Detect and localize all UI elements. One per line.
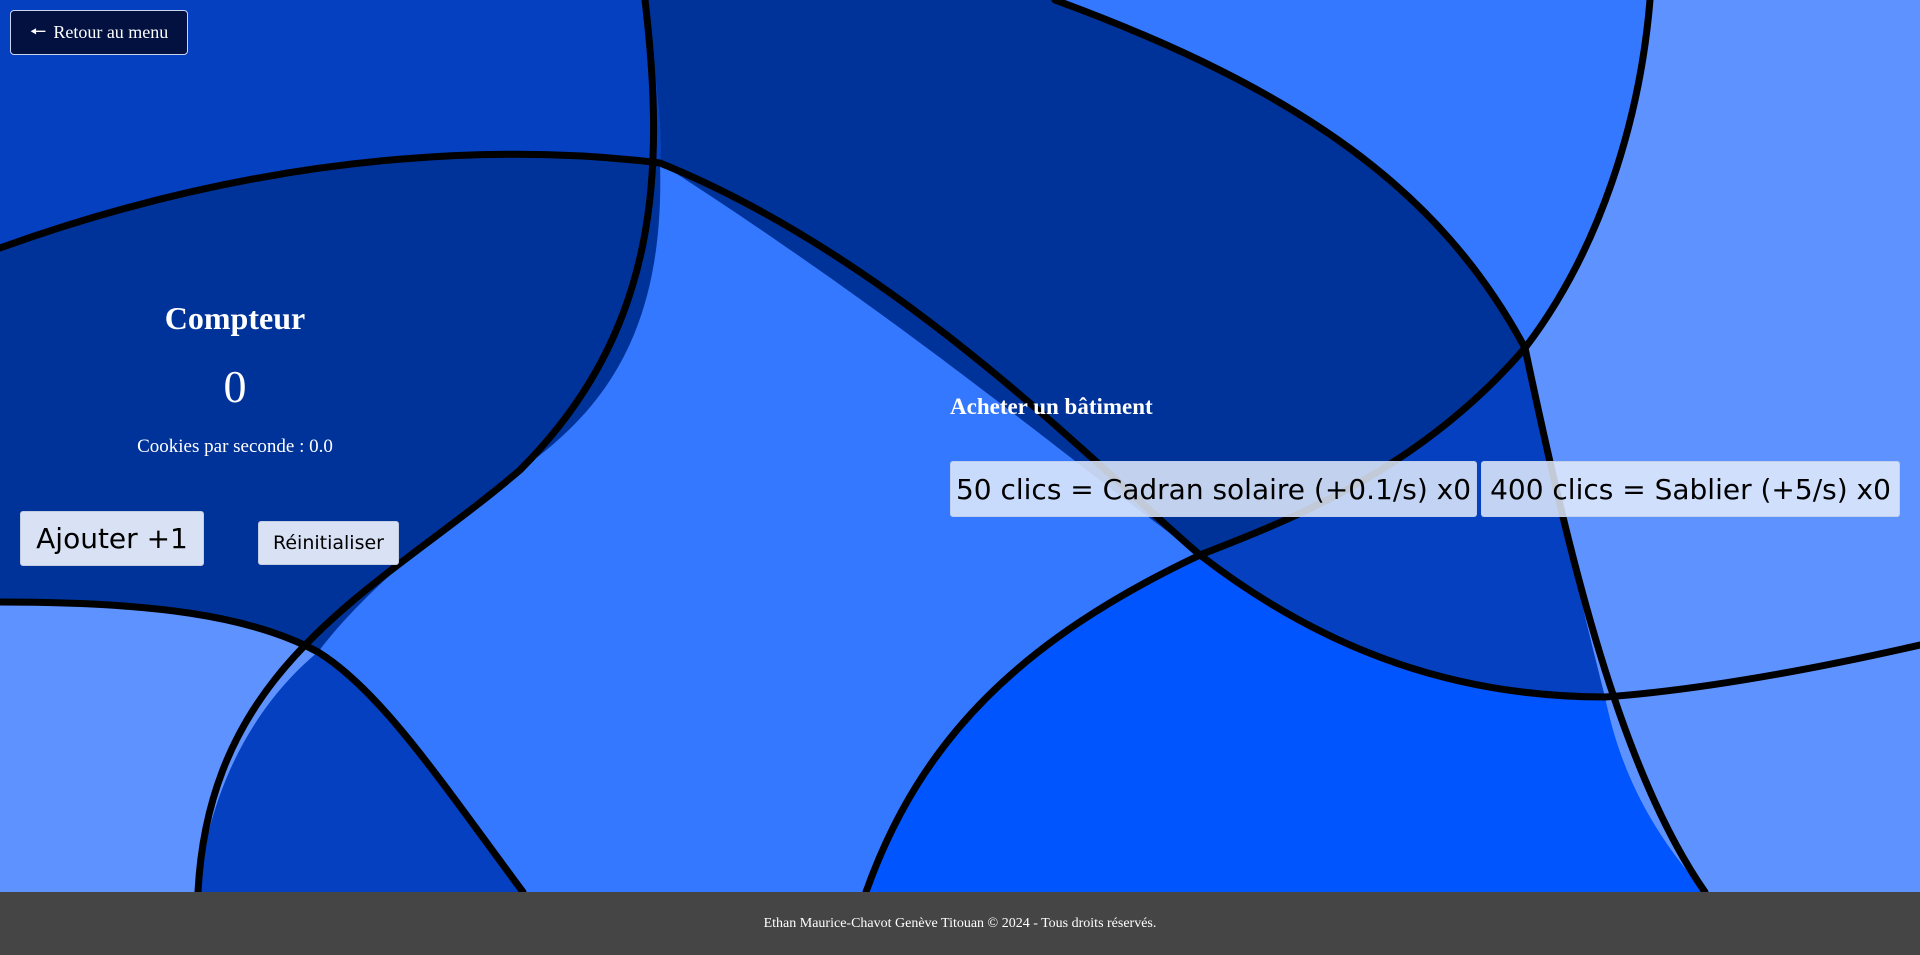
footer: Ethan Maurice-Chavot Genève Titouan © 20…: [0, 892, 1920, 955]
back-to-menu-button[interactable]: 🠔 Retour au menu: [10, 10, 188, 55]
counter-title: Compteur: [164, 300, 306, 336]
cookies-per-second: Cookies par seconde : 0.0: [137, 436, 333, 457]
back-to-menu-label: Retour au menu: [53, 22, 169, 42]
arrow-left-icon: 🠔: [29, 22, 47, 43]
counter-value: 0: [223, 361, 247, 412]
buy-hourglass-button[interactable]: 400 clics = Sablier (+5/s) x0: [1481, 461, 1900, 517]
footer-copyright: Ethan Maurice-Chavot Genève Titouan © 20…: [763, 915, 1157, 931]
shop-title: Acheter un bâtiment: [950, 394, 1153, 419]
add-one-button[interactable]: Ajouter +1: [20, 511, 204, 566]
reset-button[interactable]: Réinitialiser: [258, 521, 399, 565]
buy-sundial-button[interactable]: 50 clics = Cadran solaire (+0.1/s) x0: [950, 461, 1477, 517]
